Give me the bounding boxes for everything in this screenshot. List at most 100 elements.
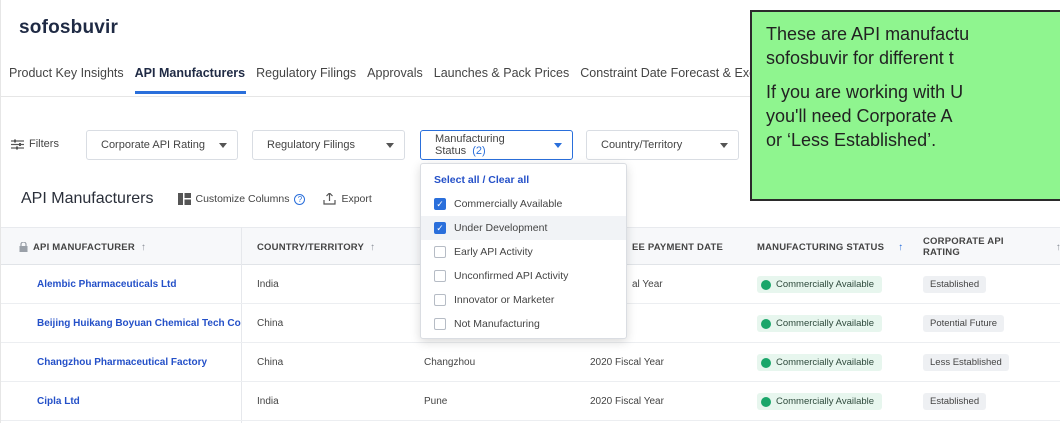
callout-paragraph-2: If you are working with U you'll need Co…: [766, 80, 1060, 152]
checkbox-icon[interactable]: [434, 294, 446, 306]
option-innovator-or-marketer[interactable]: Innovator or Marketer: [421, 288, 626, 312]
sort-arrow-icon[interactable]: ↑: [898, 242, 903, 253]
customize-columns-label: Customize Columns: [195, 193, 290, 205]
columns-icon: [177, 193, 191, 205]
manufacturer-link[interactable]: Changzhou Pharmaceutical Factory: [37, 343, 207, 382]
manufacturing-status-count: (2): [472, 145, 486, 157]
callout-line: or ‘Less Established’.: [766, 130, 937, 150]
rating-badge: Established: [923, 276, 987, 293]
tab-regulatory-filings[interactable]: Regulatory Filings: [256, 66, 363, 96]
select-all-link[interactable]: Select all: [434, 174, 480, 186]
header-api-manufacturer[interactable]: API MANUFACTURER ↑: [19, 228, 146, 266]
table-row: Cipla Ltd India Pune 2020 Fiscal Year Co…: [1, 382, 1060, 421]
tab-api-manufacturers[interactable]: API Manufacturers: [134, 66, 252, 96]
chevron-down-icon: [720, 142, 728, 148]
callout-line: If you are working with U: [766, 82, 964, 102]
status-cell: Commercially Available: [757, 343, 883, 382]
status-cell: Commercially Available: [757, 304, 883, 343]
sort-arrow-icon[interactable]: ↑: [1056, 242, 1060, 253]
country-cell: China: [257, 318, 284, 329]
option-label: Not Manufacturing: [454, 318, 540, 330]
status-dot-icon: [761, 279, 771, 290]
status-dot-icon: [761, 357, 771, 368]
checkbox-checked-icon[interactable]: ✓: [434, 222, 446, 234]
city-cell: Changzhou: [424, 357, 476, 368]
header-payment-date-label: EE PAYMENT DATE: [632, 241, 723, 253]
country-cell: India: [257, 396, 279, 407]
status-cell: Commercially Available: [757, 382, 883, 421]
chevron-down-icon: [219, 142, 227, 148]
checkbox-icon[interactable]: [434, 246, 446, 258]
corporate-api-rating-select[interactable]: Corporate API Rating: [86, 130, 238, 160]
manufacturer-link[interactable]: Cipla Ltd: [37, 382, 80, 421]
chevron-down-icon: [554, 142, 562, 148]
export-label: Export: [341, 193, 372, 205]
header-payment-date[interactable]: EE PAYMENT DATE: [632, 228, 723, 266]
checkbox-icon[interactable]: [434, 270, 446, 282]
manufacturer-link[interactable]: Alembic Pharmaceuticals Ltd: [37, 265, 177, 304]
export-button[interactable]: Export: [323, 193, 372, 205]
payment-date-cell: 2020 Fiscal Year: [590, 357, 664, 368]
callout-line: sofosbuvir for different t: [766, 48, 954, 68]
rating-cell: Established: [923, 382, 987, 421]
table-row: Changzhou Pharmaceutical Factory China C…: [1, 343, 1060, 382]
status-cell: Commercially Available: [757, 265, 883, 304]
header-country-territory[interactable]: COUNTRY/TERRITORY ↑: [257, 228, 375, 266]
status-badge-label: Commercially Available: [776, 396, 875, 407]
rating-badge: Established: [923, 393, 987, 410]
country-cell: China: [257, 357, 284, 368]
tab-product-key-insights[interactable]: Product Key Insights: [9, 66, 131, 96]
country-territory-select[interactable]: Country/Territory: [586, 130, 739, 160]
chevron-down-icon: [386, 142, 394, 148]
checkbox-checked-icon[interactable]: ✓: [434, 198, 446, 210]
sort-arrow-icon[interactable]: ↑: [370, 242, 375, 253]
option-early-api-activity[interactable]: Early API Activity: [421, 240, 626, 264]
status-badge: Commercially Available: [757, 315, 883, 332]
header-corporate-api-rating[interactable]: CORPORATE API RATING ↑: [923, 228, 1060, 266]
checkbox-icon[interactable]: [434, 318, 446, 330]
app-window: sofosbuvir Product Key Insights API Manu…: [0, 0, 1060, 423]
rating-cell: Potential Future: [923, 304, 1005, 343]
filters-label: Filters: [29, 138, 59, 150]
lock-icon: [19, 242, 28, 252]
tab-launches-pack-prices[interactable]: Launches & Pack Prices: [434, 66, 577, 96]
section-header: API Manufacturers Customize Columns ? Ex…: [21, 190, 390, 208]
option-unconfirmed-api-activity[interactable]: Unconfirmed API Activity: [421, 264, 626, 288]
city-cell: Pune: [424, 396, 448, 407]
manufacturing-status-select[interactable]: Manufacturing Status (2): [420, 130, 573, 160]
sort-arrow-icon[interactable]: ↑: [141, 242, 146, 253]
status-dot-icon: [761, 396, 771, 407]
callout-line: These are API manufactu: [766, 24, 970, 44]
rating-cell: Established: [923, 265, 987, 304]
header-manufacturing-status[interactable]: MANUFACTURING STATUS ↑: [757, 228, 903, 266]
customize-columns-button[interactable]: Customize Columns ?: [177, 193, 306, 205]
option-under-development[interactable]: ✓ Under Development: [421, 216, 626, 240]
option-label: Unconfirmed API Activity: [454, 270, 569, 282]
actions-separator: /: [479, 174, 489, 186]
manufacturing-status-dropdown: Select all / Clear all ✓ Commercially Av…: [420, 163, 627, 339]
manufacturer-link[interactable]: Beijing Huikang Boyuan Chemical Tech Co: [37, 304, 241, 343]
help-icon[interactable]: ?: [294, 193, 306, 205]
dropdown-actions: Select all / Clear all: [434, 174, 529, 186]
header-api-manufacturer-label: API MANUFACTURER: [33, 241, 135, 253]
header-manufacturing-status-label: MANUFACTURING STATUS: [757, 241, 885, 253]
callout-line: you'll need Corporate A: [766, 106, 953, 126]
callout-paragraph-1: These are API manufactu sofosbuvir for d…: [766, 22, 1060, 70]
payment-date-cell: 2020 Fiscal Year: [590, 396, 664, 407]
export-icon: [323, 193, 337, 205]
regulatory-filings-select[interactable]: Regulatory Filings: [252, 130, 405, 160]
manufacturing-status-label: Manufacturing Status (2): [435, 133, 554, 157]
clear-all-link[interactable]: Clear all: [488, 174, 529, 186]
tab-approvals[interactable]: Approvals: [367, 66, 430, 96]
country-cell: India: [257, 279, 279, 290]
sliders-icon: [11, 139, 24, 149]
status-badge-label: Commercially Available: [776, 318, 875, 329]
option-not-manufacturing[interactable]: Not Manufacturing: [421, 312, 626, 336]
option-label: Commercially Available: [454, 198, 563, 210]
tabs-divider: [1, 96, 761, 97]
status-dot-icon: [761, 318, 771, 329]
filters-button[interactable]: Filters: [11, 138, 59, 150]
option-commercially-available[interactable]: ✓ Commercially Available: [421, 192, 626, 216]
rating-badge: Potential Future: [923, 315, 1005, 332]
product-title: sofosbuvir: [19, 17, 119, 38]
